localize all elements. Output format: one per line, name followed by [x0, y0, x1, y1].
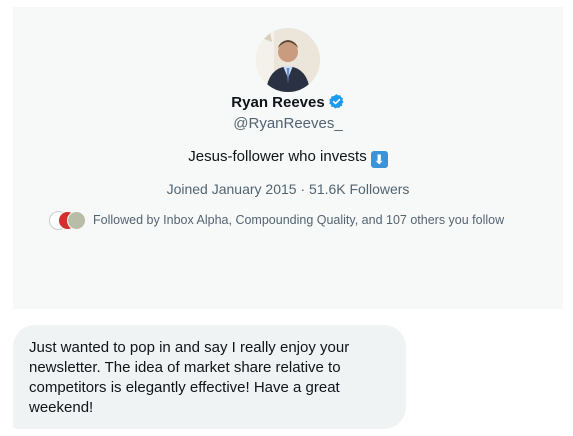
followed-by-text: Followed by Inbox Alpha, Compounding Qua…	[93, 213, 505, 227]
profile-card[interactable]: Ryan Reeves @RyanReeves_ Jesus-follower …	[13, 7, 563, 309]
avatar-photo	[256, 28, 320, 92]
joined-date: Joined January 2015	[166, 181, 297, 197]
dm-conversation: Ryan Reeves @RyanReeves_ Jesus-follower …	[0, 0, 573, 436]
followed-by-row[interactable]: Followed by Inbox Alpha, Compounding Qua…	[47, 209, 557, 231]
profile-handle[interactable]: @RyanReeves_	[13, 114, 563, 134]
profile-avatar[interactable]	[256, 28, 320, 92]
followers-count[interactable]: 51.6K Followers	[309, 181, 409, 197]
profile-bio: Jesus-follower who invests ⬇	[13, 147, 563, 168]
profile-meta: Joined January 2015 · 51.6K Followers	[13, 179, 563, 199]
follower-avatar	[67, 211, 86, 230]
profile-name[interactable]: Ryan Reeves	[231, 94, 324, 111]
followed-by-avatars	[47, 210, 93, 230]
profile-name-row[interactable]: Ryan Reeves	[13, 93, 563, 113]
meta-separator: ·	[300, 181, 306, 197]
profile-bio-text: Jesus-follower who invests	[188, 148, 367, 165]
message-text: Just wanted to pop in and say I really e…	[29, 339, 350, 416]
message-bubble[interactable]: Just wanted to pop in and say I really e…	[13, 325, 406, 429]
down-arrow-emoji-icon: ⬇	[370, 151, 388, 168]
verified-badge-icon	[328, 93, 345, 110]
